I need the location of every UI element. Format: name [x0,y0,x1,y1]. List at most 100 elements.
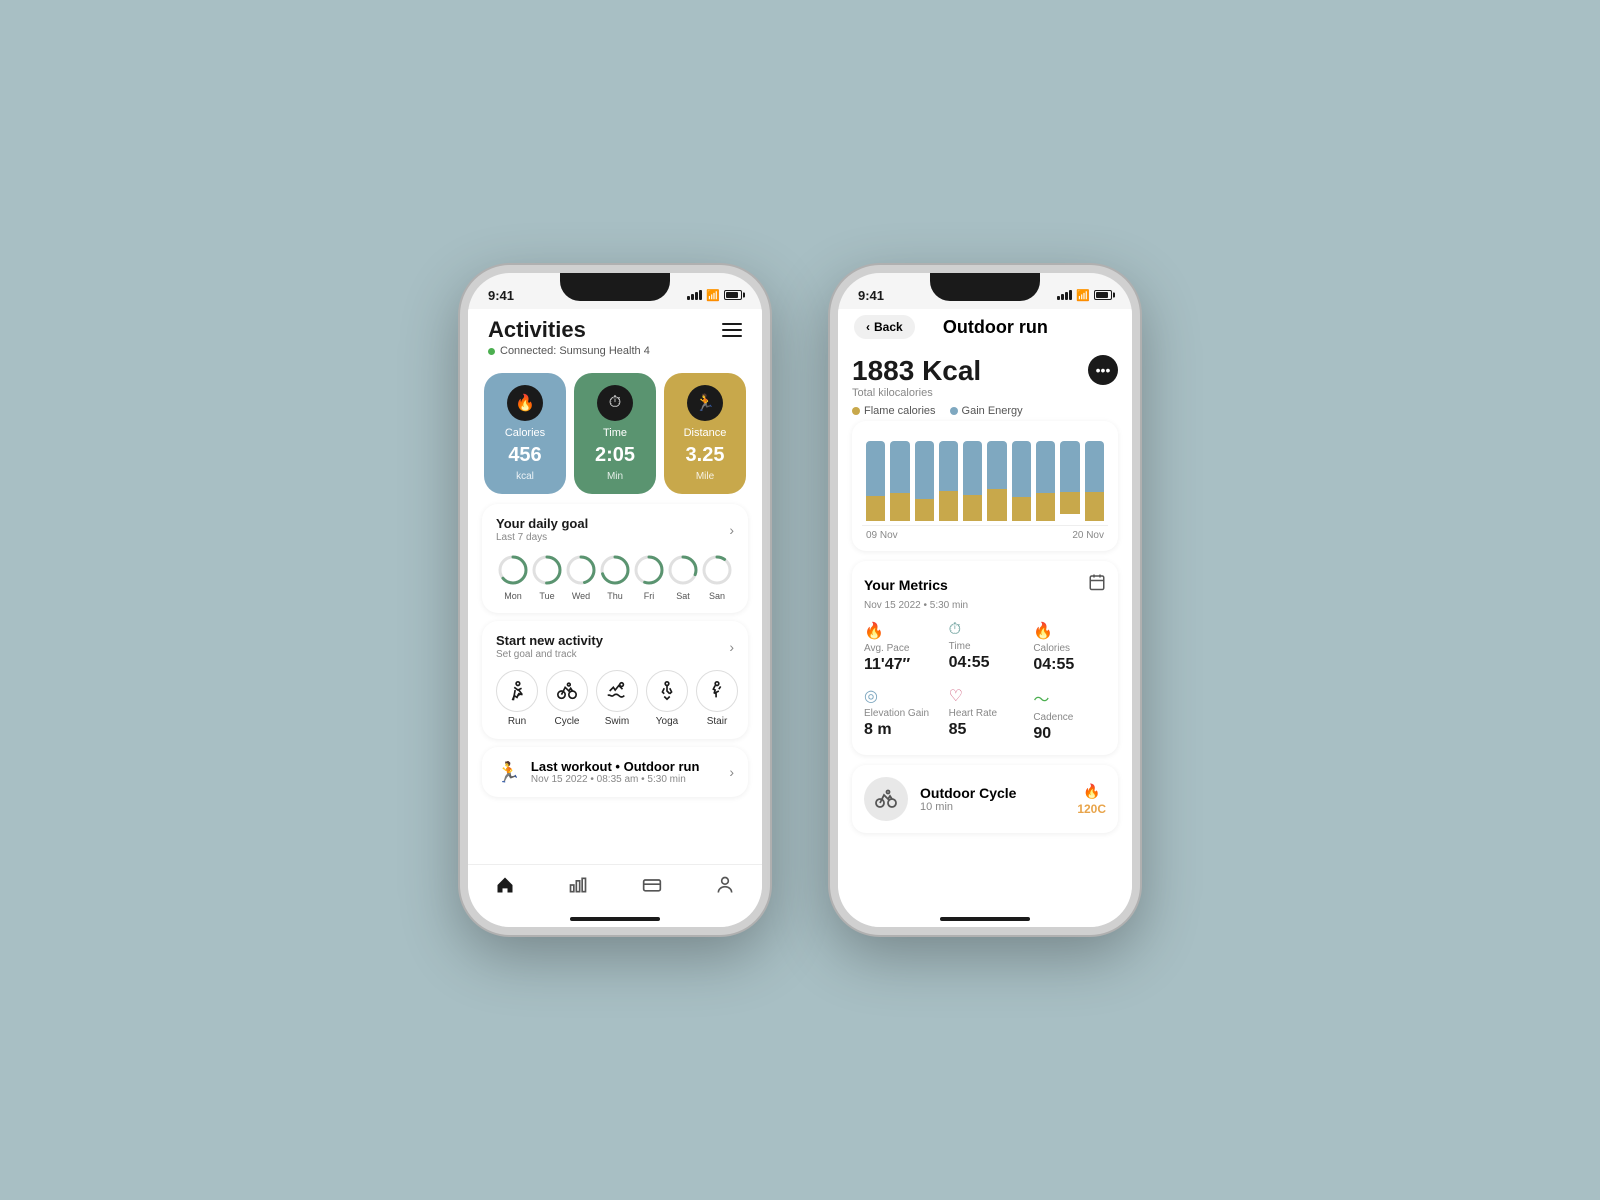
bar-6-yellow [987,489,1006,521]
distance-card-unit: Mile [696,471,714,482]
distance-card[interactable]: 🏃 Distance 3.25 Mile [664,373,746,494]
bar-9 [1060,441,1079,521]
daily-goal-subtitle: Last 7 days [496,532,588,543]
bar-6-blue [987,441,1006,489]
daily-goal-rings: Mon Tue [496,553,734,601]
phone-1-home-bar [468,899,762,927]
signal-icon [687,290,702,300]
chart-container: 09 Nov 20 Nov [852,421,1118,551]
outdoor-cycle-info: Outdoor Cycle 10 min [920,785,1065,813]
outdoor-cycle-avatar [864,777,908,821]
bar-2 [890,441,909,521]
bar-5-yellow [963,495,982,521]
bar-3 [915,441,934,521]
activity-yoga[interactable]: Yoga [646,670,688,727]
nav-chart[interactable] [568,875,588,895]
battery-icon-2 [1094,290,1112,300]
bar-9-yellow [1060,492,1079,514]
ring-san-svg [700,553,734,587]
battery-icon [724,290,742,300]
chart-date-start: 09 Nov [866,530,898,541]
phone-1-content: Activities Connected: Sumsung Health 4 🔥 [468,309,762,864]
time-card[interactable]: ⏱ Time 2:05 Min [574,373,656,494]
chart-bars [862,431,1108,521]
time-card-icon: ⏱ [597,385,633,421]
ring-tue: Tue [530,553,564,601]
nav-profile[interactable] [715,875,735,895]
bar-4 [939,441,958,521]
calendar-icon[interactable] [1088,573,1106,596]
ring-san: San [700,553,734,601]
daily-goal-chevron: › [729,522,734,538]
avg-pace-label: Avg. Pace [864,643,937,654]
bar-8 [1036,441,1055,521]
metric-elevation: ◎ Elevation Gain 8 m [864,686,937,743]
start-activity-section[interactable]: Start new activity Set goal and track › [482,621,748,739]
ring-thu: Thu [598,553,632,601]
metrics-date: Nov 15 2022 • 5:30 min [864,600,1106,611]
ring-mon-svg [496,553,530,587]
ring-tue-svg [530,553,564,587]
legend-flame-dot [852,407,860,415]
bar-3-yellow [915,499,934,521]
cycle-label: Cycle [554,716,579,727]
heart-rate-value: 85 [949,721,1022,739]
activity-run[interactable]: Run [496,670,538,727]
nav-card[interactable] [642,875,662,895]
ring-mon: Mon [496,553,530,601]
calories-card-icon: 🔥 [507,385,543,421]
bar-7-blue [1012,441,1031,497]
distance-card-icon: 🏃 [687,385,723,421]
daily-goal-title: Your daily goal [496,516,588,531]
nav-home[interactable] [495,875,515,895]
activity-swim[interactable]: Swim [596,670,638,727]
time-card-value: 2:05 [595,445,635,465]
time-metric-icon: ⏱ [949,621,1022,639]
bar-3-blue [915,441,934,499]
activity-cycle[interactable]: Cycle [546,670,588,727]
signal-icon-2 [1057,290,1072,300]
ring-thu-label: Thu [607,591,623,601]
outdoor-cycle-meta: 10 min [920,801,1065,813]
heart-rate-icon: ♡ [949,686,1022,706]
chart-dates: 09 Nov 20 Nov [862,525,1108,541]
avg-pace-value: 11'47″ [864,656,937,674]
ring-fri-label: Fri [644,591,655,601]
bar-7-yellow [1012,497,1031,521]
run-label: Run [508,716,526,727]
calories-card[interactable]: 🔥 Calories 456 kcal [484,373,566,494]
outdoor-cycle-card[interactable]: Outdoor Cycle 10 min 🔥 120C [852,765,1118,833]
back-button[interactable]: ‹ Back [854,315,915,339]
hamburger-line-1 [722,323,742,325]
swim-icon [596,670,638,712]
metrics-title: Your Metrics [864,577,948,593]
phone-1: 9:41 📶 Activities [460,265,770,935]
legend-flame-label: Flame calories [864,405,936,417]
ring-tue-label: Tue [539,591,554,601]
phone-2-home-bar [838,899,1132,927]
bar-2-blue [890,441,909,493]
connected-text: Connected: Sumsung Health 4 [500,345,650,357]
daily-goal-section[interactable]: Your daily goal Last 7 days › Mon [482,504,748,613]
elevation-icon: ◎ [864,686,937,706]
connection-dot [488,348,495,355]
menu-button[interactable] [722,323,742,337]
activity-cards: 🔥 Calories 456 kcal ⏱ Time 2:05 Min 🏃 Di… [468,363,762,504]
last-workout-section[interactable]: 🏃 Last workout • Outdoor run Nov 15 2022… [482,747,748,797]
distance-card-value: 3.25 [686,445,725,465]
kcal-section: 1883 Kcal Total kilocalories Flame calor… [852,347,1118,421]
bar-1-blue [866,441,885,496]
ring-sat-svg [666,553,700,587]
cadence-label: Cadence [1033,712,1106,723]
bar-7 [1012,441,1031,521]
outdoor-cycle-cal-icon: 🔥 [1083,783,1100,800]
metrics-section: Your Metrics Nov 15 2022 • 5:30 min 🔥 [852,561,1118,755]
start-activity-subtitle: Set goal and track [496,649,603,660]
calories-card-value: 456 [508,445,541,465]
run-icon [496,670,538,712]
activity-stair[interactable]: Stair [696,670,738,727]
start-activity-title: Start new activity [496,633,603,648]
bar-10-blue [1085,441,1104,492]
stair-icon [696,670,738,712]
more-button[interactable]: ••• [1088,355,1118,385]
